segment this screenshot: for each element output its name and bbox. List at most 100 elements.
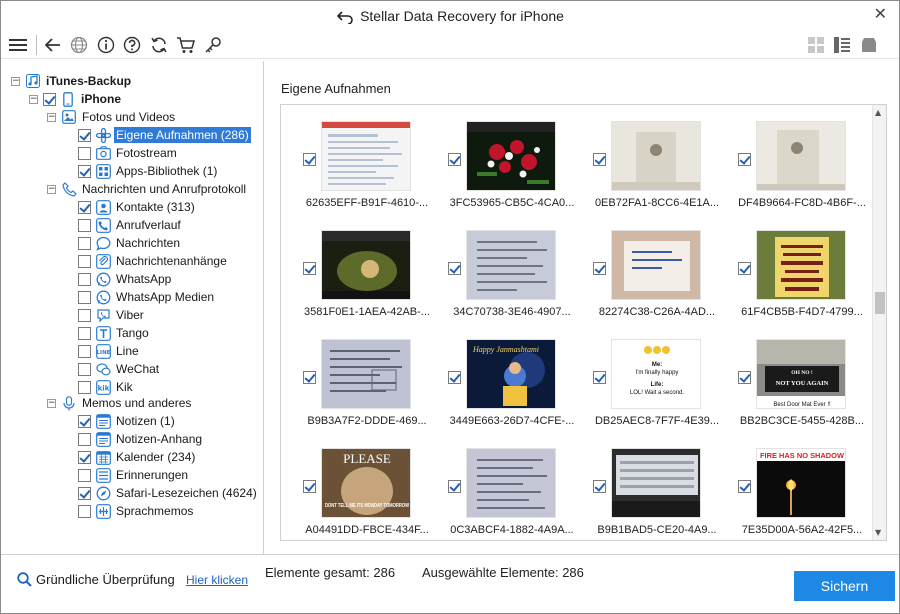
tree-group-messages[interactable]: − Nachrichten und Anrufprotokoll — [47, 180, 248, 198]
thumbnail-checkbox[interactable] — [303, 262, 316, 275]
drive-icon[interactable] — [858, 34, 880, 56]
checkbox[interactable] — [78, 290, 91, 304]
vertical-scrollbar[interactable]: ▲ ▼ — [872, 105, 886, 540]
thumbnail-item[interactable]: FIRE HAS NO SHADOW 7E35D00A-56A2-42F5... — [734, 444, 879, 540]
thumbnail-image[interactable] — [611, 230, 701, 300]
tree-item-attachments[interactable]: Nachrichtenanhänge — [78, 252, 229, 270]
thumbnail-checkbox[interactable] — [593, 480, 606, 493]
tree-item-voice-memos[interactable]: Sprachmemos — [78, 502, 195, 520]
help-icon[interactable] — [121, 34, 143, 56]
checkbox[interactable] — [78, 380, 91, 394]
checkbox[interactable] — [78, 308, 91, 322]
tree-item-calendar[interactable]: Kalender (234) — [78, 448, 197, 466]
thumbnail-image[interactable] — [611, 448, 701, 518]
tree-item-reminders[interactable]: Erinnerungen — [78, 466, 190, 484]
thumbnail-item[interactable]: OH NO ! NOT YOU AGAIN Best Door Mat Ever… — [734, 335, 879, 445]
thumbnail-item[interactable]: 3FC53965-CB5C-4CA0... — [444, 117, 589, 227]
thumbnail-image[interactable] — [321, 121, 411, 191]
thumbnail-image[interactable] — [756, 121, 846, 191]
thumbnail-item[interactable]: B9B1BAD5-CE20-4A9... — [589, 444, 734, 540]
thumbnail-image[interactable]: FIRE HAS NO SHADOW — [756, 448, 846, 518]
tree-item-whatsapp-media[interactable]: WhatsApp Medien — [78, 288, 216, 306]
thumbnail-image[interactable] — [756, 230, 846, 300]
collapse-icon[interactable]: − — [47, 112, 56, 122]
thumbnail-item[interactable]: B9B3A7F2-DDDE-469... — [299, 335, 444, 445]
thumbnail-checkbox[interactable] — [738, 262, 751, 275]
tree-root-itunes-backup[interactable]: − iTunes-Backup — [11, 72, 133, 90]
thumbnail-image[interactable]: Happy Janmashtami — [466, 339, 556, 409]
thumbnail-checkbox[interactable] — [448, 480, 461, 493]
thumbnail-image[interactable]: PLEASE DONT TELL ME ITS MONDAY TOMORROW — [321, 448, 411, 518]
menu-icon[interactable] — [7, 34, 29, 56]
thumbnail-checkbox[interactable] — [593, 262, 606, 275]
thumbnail-image[interactable] — [321, 230, 411, 300]
tree-item-messages[interactable]: Nachrichten — [78, 234, 182, 252]
tree-item-photostream[interactable]: Fotostream — [78, 144, 179, 162]
thumbnail-item[interactable]: PLEASE DONT TELL ME ITS MONDAY TOMORROW … — [299, 444, 444, 540]
scroll-up-arrow-icon[interactable]: ▲ — [875, 108, 881, 117]
thumbnail-image[interactable] — [466, 448, 556, 518]
thumbnail-image[interactable] — [466, 230, 556, 300]
scroll-down-arrow-icon[interactable]: ▼ — [875, 528, 881, 537]
checkbox[interactable] — [78, 504, 91, 518]
checkbox[interactable] — [43, 92, 56, 106]
thumbnail-item[interactable]: 82274C38-C26A-4AD... — [589, 226, 734, 336]
thumbnail-item[interactable]: 62635EFF-B91F-4610-... — [299, 117, 444, 227]
checkbox[interactable] — [78, 486, 91, 500]
thumbnail-checkbox[interactable] — [593, 371, 606, 384]
checkbox[interactable] — [78, 200, 91, 214]
checkbox[interactable] — [78, 128, 91, 142]
close-window-button[interactable]: ✕ — [874, 7, 887, 23]
checkbox[interactable] — [78, 450, 91, 464]
back-icon[interactable] — [42, 34, 64, 56]
thumbnail-checkbox[interactable] — [448, 153, 461, 166]
thumbnail-item[interactable]: 0EB72FA1-8CC6-4E1A... — [589, 117, 734, 227]
thumbnail-checkbox[interactable] — [738, 153, 751, 166]
tree-item-safari-bookmarks[interactable]: Safari-Lesezeichen (4624) — [78, 484, 259, 502]
thumbnail-item[interactable]: 61F4CB5B-F4D7-4799... — [734, 226, 879, 336]
thumbnail-item[interactable]: 34C70738-3E46-4907... — [444, 226, 589, 336]
checkbox[interactable] — [78, 164, 91, 178]
tree-item-contacts[interactable]: Kontakte (313) — [78, 198, 197, 216]
tree-item-notes[interactable]: Notizen (1) — [78, 412, 177, 430]
thumbnail-checkbox[interactable] — [303, 153, 316, 166]
globe-icon[interactable] — [68, 34, 90, 56]
thumbnail-checkbox[interactable] — [593, 153, 606, 166]
refresh-icon[interactable] — [148, 34, 170, 56]
checkbox[interactable] — [78, 432, 91, 446]
tree-group-memos[interactable]: − Memos und anderes — [47, 394, 193, 412]
info-icon[interactable] — [95, 34, 117, 56]
thumbnail-image[interactable] — [321, 339, 411, 409]
tree-item-wechat[interactable]: WeChat — [78, 360, 161, 378]
checkbox[interactable] — [78, 344, 91, 358]
checkbox[interactable] — [78, 362, 91, 376]
tree-item-call-history[interactable]: Anrufverlauf — [78, 216, 183, 234]
thumbnail-checkbox[interactable] — [303, 371, 316, 384]
thumbnail-image[interactable] — [611, 121, 701, 191]
list-view-icon[interactable] — [831, 34, 853, 56]
deep-scan-link[interactable]: Hier klicken — [186, 573, 248, 587]
tree-item-app-library[interactable]: Apps-Bibliothek (1) — [78, 162, 219, 180]
tree-item-line[interactable]: LINE Line — [78, 342, 141, 360]
collapse-icon[interactable]: − — [47, 184, 56, 194]
tree-item-camera-roll[interactable]: Eigene Aufnahmen (286) — [78, 126, 251, 144]
thumbnail-item[interactable]: 0C3ABCF4-1882-4A9A... — [444, 444, 589, 540]
checkbox[interactable] — [78, 326, 91, 340]
checkbox[interactable] — [78, 254, 91, 268]
save-button[interactable]: Sichern — [794, 571, 895, 601]
thumbnail-checkbox[interactable] — [738, 480, 751, 493]
key-icon[interactable] — [202, 34, 224, 56]
tree-device-iphone[interactable]: − iPhone — [29, 90, 123, 108]
thumbnail-checkbox[interactable] — [448, 262, 461, 275]
checkbox[interactable] — [78, 146, 91, 160]
thumbnail-image[interactable]: Me: I'm finally happy Life: LOL! Wait a … — [611, 339, 701, 409]
thumbnail-item[interactable]: DF4B9664-FC8D-4B6F-... — [734, 117, 879, 227]
thumbnail-item[interactable]: Happy Janmashtami 3449E663-26D7-4CFE-... — [444, 335, 589, 445]
grid-view-icon[interactable] — [805, 34, 827, 56]
thumbnail-checkbox[interactable] — [738, 371, 751, 384]
collapse-icon[interactable]: − — [11, 76, 20, 86]
cart-icon[interactable] — [175, 34, 197, 56]
tree-item-whatsapp[interactable]: WhatsApp — [78, 270, 173, 288]
thumbnail-checkbox[interactable] — [303, 480, 316, 493]
checkbox[interactable] — [78, 272, 91, 286]
